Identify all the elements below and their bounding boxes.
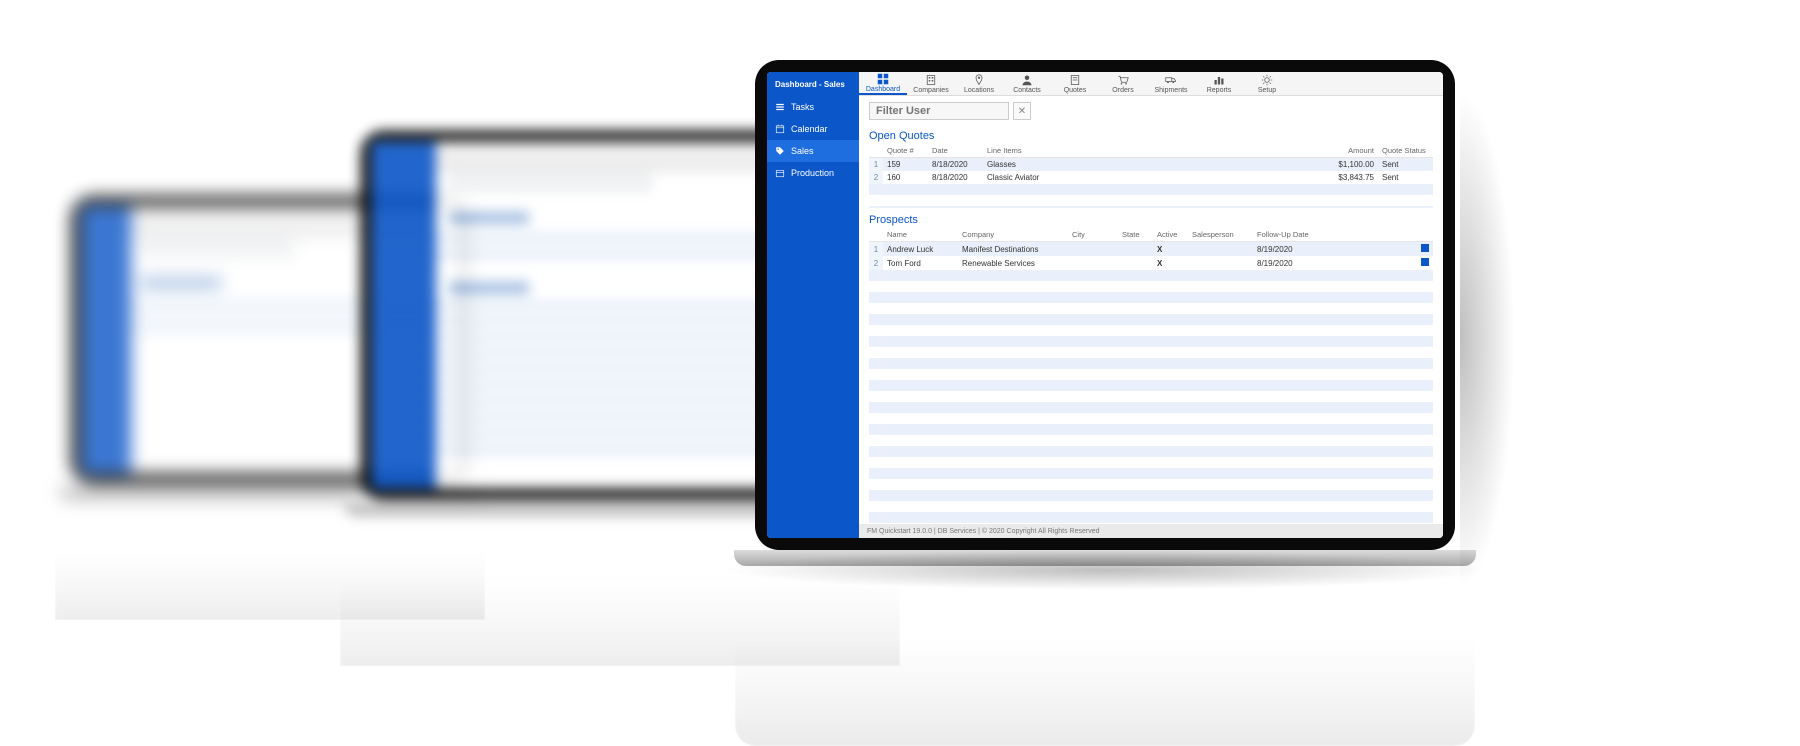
col-quote-number: Quote # [883,144,928,158]
sidebar-item-sales[interactable]: Sales [767,140,859,162]
truck-icon [1165,74,1177,86]
col-company: Company [958,228,1068,242]
main-panel: ✕ Open Quotes Quote # [859,96,1443,538]
go-icon[interactable] [1421,258,1429,266]
table-row[interactable]: 2 Tom Ford Renewable Services X 8/19/202… [869,256,1433,270]
tag-icon [775,146,785,156]
sidebar: Tasks Calendar Sales Production [767,96,859,538]
nav-orders[interactable]: Orders [1099,72,1147,95]
doc-icon [1069,74,1081,86]
nav-label: Shipments [1154,87,1187,94]
sidebar-item-label: Sales [791,146,814,156]
app-root: Dashboard - Sales Dashboard Companies Loca… [767,72,1443,538]
prospects-title: Prospects [869,214,1433,226]
col-city: City [1068,228,1118,242]
dashboard-icon [877,73,889,85]
check-icon: X [1157,245,1162,254]
open-quotes-table: Quote # Date Line Items Amount Quote Sta… [869,144,1433,184]
col-line-items: Line Items [983,144,1318,158]
nav-locations[interactable]: Locations [955,72,1003,95]
sidebar-item-label: Production [791,168,834,178]
close-icon: ✕ [1018,106,1026,117]
person-icon [1021,74,1033,86]
table-row[interactable]: 2 160 8/18/2020 Classic Aviator $3,843.7… [869,171,1433,184]
calendar-icon [775,124,785,134]
nav-label: Companies [913,87,948,94]
col-active: Active [1153,228,1188,242]
nav-dashboard[interactable]: Dashboard [859,72,907,95]
nav-label: Setup [1258,87,1276,94]
prospects-empty-rows [869,270,1433,524]
col-status: Quote Status [1378,144,1433,158]
table-row[interactable]: 1 Andrew Luck Manifest Destinations X 8/… [869,242,1433,257]
sidebar-item-tasks[interactable]: Tasks [767,96,859,118]
nav-shipments[interactable]: Shipments [1147,72,1195,95]
sidebar-item-label: Tasks [791,102,814,112]
sidebar-item-calendar[interactable]: Calendar [767,118,859,140]
table-row[interactable]: 1 159 8/18/2020 Glasses $1,100.00 Sent [869,158,1433,172]
col-state: State [1118,228,1153,242]
go-icon[interactable] [1421,244,1429,252]
filter-clear-button[interactable]: ✕ [1013,102,1031,120]
prospects-section: Prospects Name Company City State [859,208,1443,270]
nav-reports[interactable]: Reports [1195,72,1243,95]
app-body: Tasks Calendar Sales Production ✕ Open Quot… [767,96,1443,538]
gear-icon [1261,74,1273,86]
building-icon [925,74,937,86]
nav-label: Locations [964,87,994,94]
sidebar-item-production[interactable]: Production [767,162,859,184]
open-quotes-section: Open Quotes Quote # Date Line Items Amou… [859,124,1443,208]
quotes-empty-rows [869,184,1433,208]
open-quotes-title: Open Quotes [869,130,1433,142]
main-nav: Dashboard Companies Locations Contacts Quote… [859,72,1443,96]
col-date: Date [928,144,983,158]
top-bar: Dashboard - Sales Dashboard Companies Loca… [767,72,1443,96]
nav-label: Contacts [1013,87,1041,94]
nav-label: Quotes [1064,87,1087,94]
nav-label: Orders [1112,87,1133,94]
nav-contacts[interactable]: Contacts [1003,72,1051,95]
check-icon: X [1157,259,1162,268]
nav-label: Dashboard [866,86,900,93]
footer-bar: FM Quickstart 19.0.0 | DB Services | © 2… [859,524,1443,538]
box-icon [775,168,785,178]
col-amount: Amount [1318,144,1378,158]
filter-user-input[interactable] [869,102,1009,120]
cart-icon [1117,74,1129,86]
nav-quotes[interactable]: Quotes [1051,72,1099,95]
filter-bar: ✕ [859,96,1443,124]
col-followup: Follow-Up Date [1253,228,1318,242]
footer-text: FM Quickstart 19.0.0 | DB Services | © 2… [867,528,1100,535]
nav-setup[interactable]: Setup [1243,72,1291,95]
sidebar-item-label: Calendar [791,124,828,134]
nav-label: Reports [1207,87,1232,94]
col-salesperson: Salesperson [1188,228,1253,242]
prospects-table: Name Company City State Active Salespers… [869,228,1433,270]
list-icon [775,102,785,112]
nav-companies[interactable]: Companies [907,72,955,95]
bars-icon [1213,74,1225,86]
page-title: Dashboard - Sales [767,72,859,96]
pin-icon [973,74,985,86]
col-name: Name [883,228,958,242]
laptop-front: Dashboard - Sales Dashboard Companies Loca… [755,60,1455,550]
